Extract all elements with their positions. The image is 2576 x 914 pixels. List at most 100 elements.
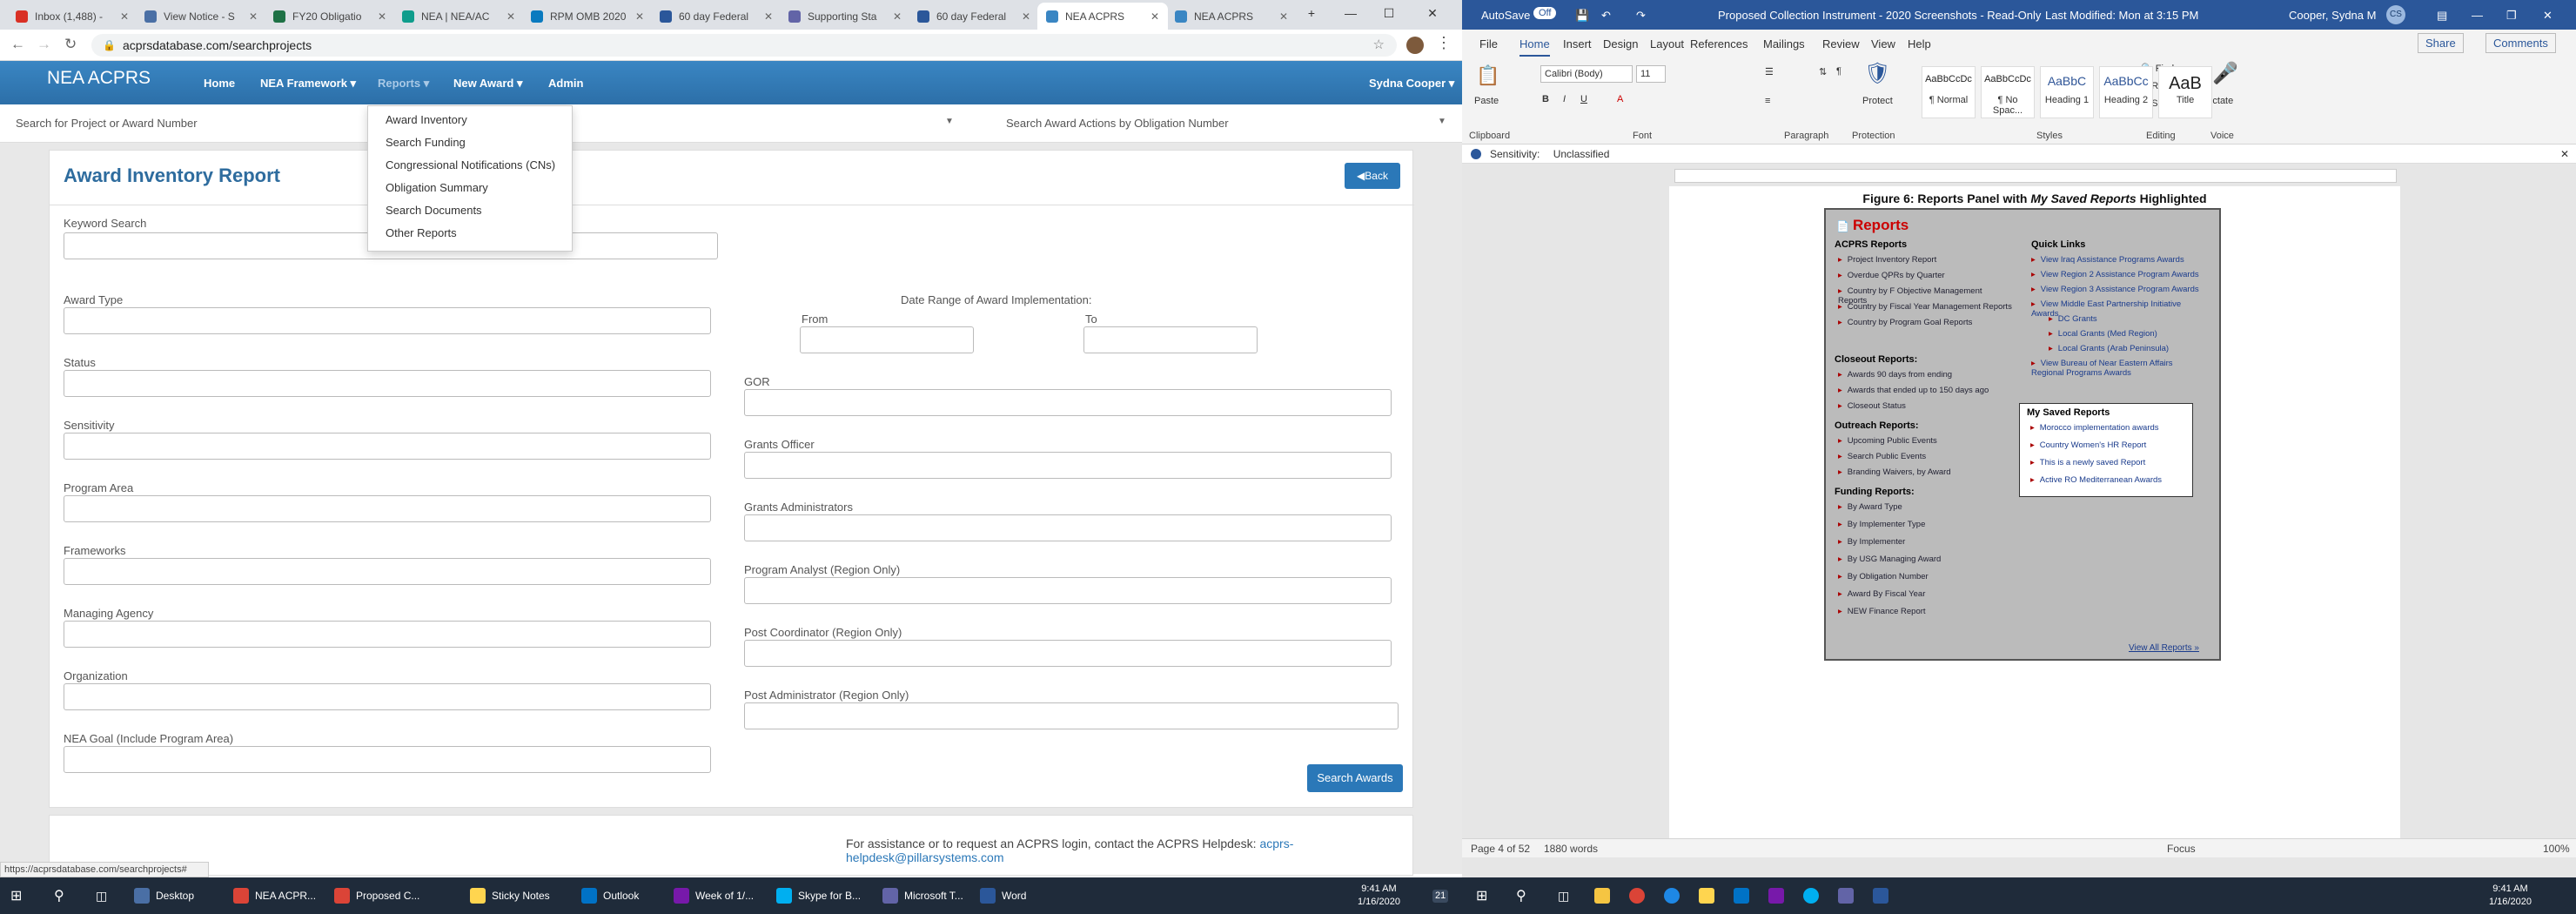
nav-home[interactable]: Home bbox=[204, 77, 235, 90]
browser-tab[interactable]: FY20 Obligatio ✕ bbox=[265, 3, 395, 30]
chevron-down-icon[interactable]: ▼ bbox=[1438, 117, 1446, 126]
browser-tab[interactable]: Inbox (1,488) - ✕ bbox=[7, 3, 138, 30]
figure-report-link[interactable]: Project Inventory Report bbox=[1838, 255, 2012, 265]
minimize-button[interactable]: — bbox=[1332, 0, 1370, 26]
figure-report-link[interactable]: NEW Finance Report bbox=[1838, 607, 2012, 616]
sensitivity-select[interactable] bbox=[64, 433, 711, 460]
post-admin-select[interactable] bbox=[744, 702, 1399, 729]
outlook-icon[interactable] bbox=[1734, 886, 1755, 905]
award-type-select[interactable] bbox=[64, 307, 711, 334]
edge-icon[interactable] bbox=[1664, 886, 1686, 905]
page-count[interactable]: Page 4 of 52 bbox=[1471, 843, 1530, 855]
organization-select[interactable] bbox=[64, 683, 711, 710]
figure-report-link[interactable]: DC Grants bbox=[2049, 314, 2205, 324]
taskbar-app[interactable]: NEA ACPR... bbox=[233, 886, 316, 905]
browser-tab[interactable]: 60 day Federal ✕ bbox=[651, 3, 782, 30]
taskbar-app[interactable]: Skype for B... bbox=[776, 886, 861, 905]
taskbar-app[interactable]: Word bbox=[980, 886, 1026, 905]
saved-report-link[interactable]: Country Women's HR Report bbox=[2030, 440, 2147, 450]
task-view-icon[interactable]: ◫ bbox=[1558, 886, 1569, 905]
word-count[interactable]: 1880 words bbox=[1544, 843, 1598, 855]
taskbar-app[interactable]: Proposed C... bbox=[334, 886, 419, 905]
figure-report-link[interactable]: Local Grants (Arab Peninsula) bbox=[2049, 344, 2205, 353]
minimize-icon[interactable]: — bbox=[2472, 9, 2483, 22]
notification-badge[interactable]: 21 bbox=[1432, 890, 1449, 903]
grants-officer-select[interactable] bbox=[744, 452, 1392, 479]
italic-icon[interactable]: I bbox=[1563, 94, 1566, 104]
close-tab-icon[interactable]: ✕ bbox=[1016, 10, 1030, 23]
figure-report-link[interactable]: Award By Fiscal Year bbox=[1838, 589, 2012, 599]
view-all-reports-link[interactable]: View All Reports » bbox=[2129, 643, 2199, 653]
figure-report-link[interactable]: By Implementer Type bbox=[1838, 520, 2012, 529]
taskbar-clock[interactable]: 9:41 AM 1/16/2020 bbox=[2489, 883, 2532, 909]
menu-mailings[interactable]: Mailings bbox=[1763, 37, 1805, 50]
managing-agency-select[interactable] bbox=[64, 621, 711, 648]
grants-admins-select[interactable] bbox=[744, 514, 1392, 541]
forward-arrow-icon[interactable]: → bbox=[37, 36, 51, 53]
gor-select[interactable] bbox=[744, 389, 1392, 416]
save-icon[interactable]: 💾 bbox=[1575, 9, 1589, 23]
saved-report-link[interactable]: Active RO Mediterranean Awards bbox=[2030, 475, 2162, 485]
figure-report-link[interactable]: View Bureau of Near Eastern Affairs Regi… bbox=[2031, 359, 2205, 378]
frameworks-select[interactable] bbox=[64, 558, 711, 585]
figure-report-link[interactable]: By Obligation Number bbox=[1838, 572, 2012, 581]
sticky-notes-icon[interactable] bbox=[1699, 886, 1721, 905]
bullets-icon[interactable]: ☰ bbox=[1765, 66, 1774, 77]
windows-start-icon[interactable]: ⊞ bbox=[1476, 886, 1487, 905]
style-option[interactable]: AaBbCc Heading 2 bbox=[2099, 66, 2153, 118]
address-bar[interactable]: 🔒 acprsdatabase.com/searchprojects ☆ bbox=[91, 34, 1397, 57]
bookmark-star-icon[interactable]: ☆ bbox=[1373, 34, 1385, 57]
focus-button[interactable]: Focus bbox=[2167, 843, 2196, 855]
file-explorer-icon[interactable] bbox=[1594, 886, 1616, 905]
browser-tab[interactable]: NEA ACPRS ✕ bbox=[1037, 3, 1168, 30]
figure-report-link[interactable]: Country by Program Goal Reports bbox=[1838, 318, 2012, 327]
document-page[interactable]: Figure 6: Reports Panel with My Saved Re… bbox=[1669, 186, 2400, 848]
browser-tab[interactable]: NEA | NEA/AC ✕ bbox=[393, 3, 524, 30]
close-icon[interactable]: ✕ bbox=[2543, 9, 2553, 23]
nav-reports[interactable]: Reports ▾ bbox=[378, 77, 429, 91]
menu-references[interactable]: References bbox=[1690, 37, 1748, 50]
reports-menu-item[interactable]: Search Documents bbox=[386, 204, 482, 217]
browser-tab[interactable]: View Notice - S ✕ bbox=[136, 3, 266, 30]
browser-tab[interactable]: 60 day Federal ✕ bbox=[909, 3, 1039, 30]
browser-tab[interactable]: RPM OMB 2020 ✕ bbox=[522, 3, 653, 30]
autosave-toggle[interactable]: Off bbox=[1533, 7, 1557, 19]
style-option[interactable]: AaBbCcDc ¶ No Spac... bbox=[1981, 66, 2035, 118]
chrome-icon[interactable] bbox=[1629, 886, 1651, 905]
comments-button[interactable]: Comments bbox=[2485, 33, 2556, 53]
microphone-icon[interactable]: 🎤 bbox=[2212, 61, 2238, 86]
align-left-icon[interactable]: ≡ bbox=[1765, 96, 1770, 106]
close-window-button[interactable]: ✕ bbox=[1413, 0, 1452, 26]
share-button[interactable]: Share bbox=[2418, 33, 2464, 53]
close-tab-icon[interactable]: ✕ bbox=[501, 10, 515, 23]
sort-icon[interactable]: ⇅ bbox=[1819, 66, 1827, 77]
paste-icon[interactable]: 📋 bbox=[1476, 64, 1499, 87]
search-awards-button[interactable]: Search Awards bbox=[1307, 764, 1403, 792]
search-icon[interactable]: ⚲ bbox=[54, 886, 64, 905]
font-size-box[interactable]: 11 bbox=[1636, 65, 1666, 83]
onenote-icon[interactable] bbox=[1768, 886, 1790, 905]
close-sensitivity-icon[interactable]: ✕ bbox=[2560, 144, 2569, 164]
new-tab-button[interactable]: + bbox=[1298, 0, 1325, 26]
nav-new-award[interactable]: New Award ▾ bbox=[453, 77, 523, 91]
figure-report-link[interactable]: Country by Fiscal Year Management Report… bbox=[1838, 302, 2012, 312]
menu-home[interactable]: Home bbox=[1519, 37, 1550, 57]
close-tab-icon[interactable]: ✕ bbox=[1145, 10, 1159, 23]
obligation-search-input[interactable]: Search Award Actions by Obligation Numbe… bbox=[1006, 117, 1229, 130]
windows-start-icon[interactable]: ⊞ bbox=[10, 886, 22, 905]
underline-icon[interactable]: U bbox=[1580, 94, 1587, 104]
nea-goal-select[interactable] bbox=[64, 746, 711, 773]
close-tab-icon[interactable]: ✕ bbox=[244, 10, 258, 23]
figure-report-link[interactable]: Search Public Events bbox=[1838, 452, 2012, 461]
user-initials-avatar[interactable]: CS bbox=[2386, 5, 2405, 24]
figure-report-link[interactable]: View Region 3 Assistance Program Awards bbox=[2031, 285, 2205, 294]
menu-file[interactable]: File bbox=[1479, 37, 1498, 50]
figure-report-link[interactable]: Upcoming Public Events bbox=[1838, 436, 2012, 446]
app-brand[interactable]: NEA ACPRS bbox=[47, 68, 151, 89]
chevron-down-icon[interactable]: ▼ bbox=[945, 117, 954, 126]
figure-report-link[interactable]: By USG Managing Award bbox=[1838, 554, 2012, 564]
figure-report-link[interactable]: View Region 2 Assistance Program Awards bbox=[2031, 270, 2205, 279]
figure-report-link[interactable]: View Iraq Assistance Programs Awards bbox=[2031, 255, 2205, 265]
reports-menu-item[interactable]: Congressional Notifications (CNs) bbox=[386, 158, 555, 171]
back-button[interactable]: ◀Back bbox=[1345, 163, 1400, 189]
